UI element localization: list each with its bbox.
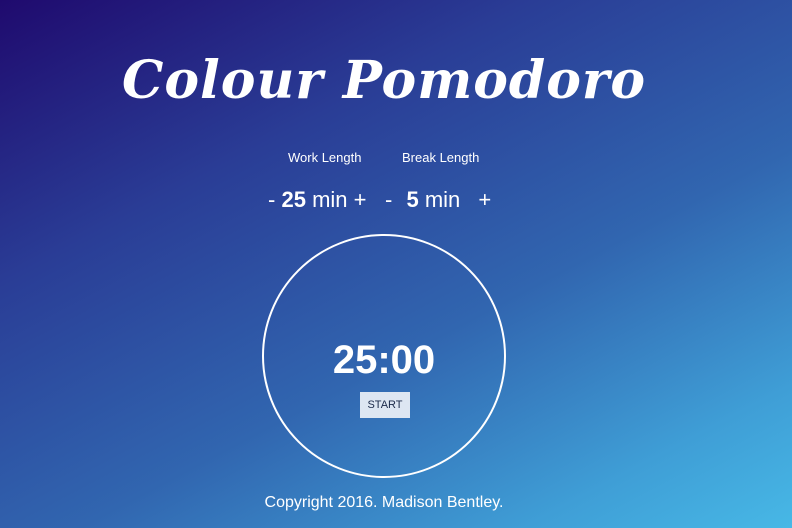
- break-length-unit: min: [424, 187, 461, 212]
- work-length-label: Work Length: [288, 150, 362, 165]
- break-length-label: Break Length: [402, 150, 480, 165]
- work-increment-button[interactable]: +: [354, 185, 367, 215]
- timer-circle: 25:00 START: [262, 234, 506, 478]
- work-length-unit: min: [312, 187, 348, 212]
- copyright-footer: Copyright 2016. Madison Bentley.: [264, 494, 504, 511]
- work-length-value: 25: [281, 187, 306, 212]
- timer-display: 25:00: [332, 338, 436, 382]
- break-length-value: 5: [406, 187, 419, 212]
- start-button[interactable]: START: [360, 392, 410, 418]
- break-increment-button[interactable]: +: [478, 185, 491, 215]
- app-title: Colour Pomodoro: [121, 50, 647, 111]
- break-decrement-button[interactable]: -: [385, 185, 392, 215]
- break-length-control: - 5 min +: [385, 185, 491, 215]
- work-decrement-button[interactable]: -: [268, 185, 275, 215]
- work-length-control: - 25 min +: [268, 185, 367, 215]
